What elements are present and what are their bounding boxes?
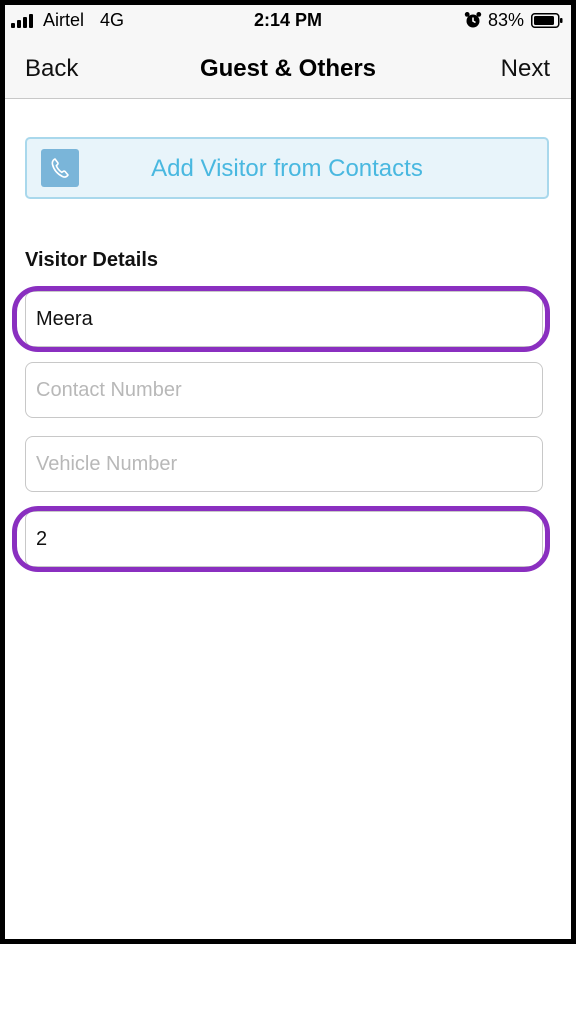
visitor-count-input[interactable] bbox=[25, 511, 543, 567]
add-visitor-label: Add Visitor from Contacts bbox=[151, 155, 423, 182]
status-time: 2:14 PM bbox=[253, 10, 323, 30]
navigation-bar: Back Guest & Others Next bbox=[5, 35, 571, 99]
phone-screen: Airtel 4G 2:14 PM 83% Back Guest & Other… bbox=[0, 0, 576, 944]
vehicle-number-input[interactable] bbox=[25, 436, 543, 492]
contact-number-input[interactable] bbox=[25, 362, 543, 418]
alarm-icon bbox=[464, 12, 482, 28]
status-bar: Airtel 4G 2:14 PM 83% bbox=[5, 5, 571, 35]
battery-percent: 83% bbox=[488, 10, 525, 30]
next-button[interactable]: Next bbox=[501, 55, 550, 83]
visitor-name-input[interactable] bbox=[25, 291, 543, 347]
add-visitor-from-contacts-button[interactable]: Add Visitor from Contacts bbox=[25, 137, 549, 199]
page-title: Guest & Others bbox=[199, 55, 377, 82]
visitor-details-heading: Visitor Details bbox=[25, 249, 159, 271]
battery-icon bbox=[531, 13, 563, 28]
